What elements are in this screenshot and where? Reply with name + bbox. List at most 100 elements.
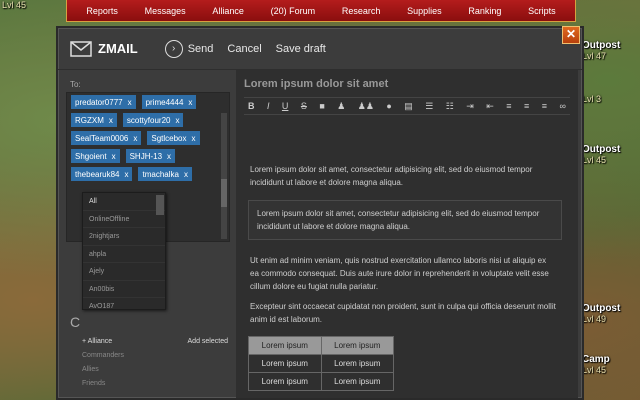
send-button[interactable]: › Send bbox=[164, 39, 214, 58]
send-label: Send bbox=[187, 42, 214, 55]
recipient-tag[interactable]: Shgoient x bbox=[71, 149, 120, 163]
dropdown-option[interactable]: AvO187 bbox=[83, 298, 165, 309]
indent-in-icon[interactable]: ⇥ bbox=[466, 101, 474, 112]
recipient-row: Shgoient x SHJH-13 x bbox=[71, 149, 225, 163]
remove-recipient-icon[interactable]: x bbox=[184, 170, 188, 179]
group-friends[interactable]: Friends bbox=[82, 380, 105, 387]
recipient-tag[interactable]: scottyfour20 x bbox=[122, 113, 184, 127]
table-cell: Lorem ipsum bbox=[320, 336, 394, 355]
nav-reports[interactable]: Reports bbox=[86, 6, 118, 16]
dropdown-option[interactable]: 2nightjars bbox=[83, 228, 165, 246]
indent-out-icon[interactable]: ⇤ bbox=[486, 101, 494, 112]
dropdown-option[interactable]: ahpla bbox=[83, 246, 165, 263]
nav-scripts[interactable]: Scripts bbox=[528, 6, 556, 16]
groups-heading: C bbox=[70, 314, 81, 330]
recipient-name: prime4444 bbox=[145, 97, 184, 107]
dropdown-option[interactable]: Ajely bbox=[83, 263, 165, 281]
recipient-tag[interactable]: tmachalka x bbox=[138, 167, 192, 181]
dropdown-option[interactable]: An00bis bbox=[83, 281, 165, 298]
table-cell: Lorem ipsum bbox=[248, 354, 322, 373]
nav-supplies[interactable]: Supplies bbox=[407, 6, 442, 16]
speech-bubble-icon[interactable]: ■ bbox=[319, 101, 324, 111]
align-block-icon[interactable]: ▤ bbox=[404, 101, 413, 112]
remove-recipient-icon[interactable]: x bbox=[124, 170, 128, 179]
close-button[interactable]: ✕ bbox=[562, 26, 580, 44]
recipient-name: Shgoient bbox=[75, 151, 107, 161]
people-icon[interactable]: ♟♟ bbox=[358, 101, 374, 112]
dropdown-scrollbar[interactable] bbox=[156, 195, 164, 215]
group-commanders[interactable]: Commanders bbox=[82, 352, 124, 359]
group-allies[interactable]: Allies bbox=[82, 366, 99, 373]
remove-recipient-icon[interactable]: x bbox=[112, 152, 116, 161]
message-editor[interactable]: Lorem ipsum dolor sit amet B I U S ■ ♟ ♟… bbox=[236, 70, 578, 398]
italic-icon[interactable]: I bbox=[267, 101, 270, 111]
dropdown-option[interactable]: All bbox=[83, 193, 165, 211]
strikethrough-icon[interactable]: S bbox=[301, 101, 307, 111]
recipient-tag[interactable]: Sgtlcebox x bbox=[147, 131, 200, 145]
align-left-icon[interactable]: ≡ bbox=[506, 101, 511, 111]
content-table: Lorem ipsum Lorem ipsum Lorem ipsum Lore… bbox=[248, 336, 394, 391]
table-cell: Lorem ipsum bbox=[248, 372, 322, 391]
subject-field[interactable]: Lorem ipsum dolor sit amet bbox=[244, 78, 388, 90]
scrollbar-thumb[interactable] bbox=[221, 179, 227, 207]
remove-recipient-icon[interactable]: x bbox=[133, 134, 137, 143]
outpost-level: Lvl 49 bbox=[582, 314, 607, 324]
nav-alliance[interactable]: Alliance bbox=[212, 6, 244, 16]
paragraph: Lorem ipsum dolor sit amet, consectetur … bbox=[250, 165, 533, 187]
zmail-logo: ZMAIL bbox=[70, 40, 138, 57]
recipient-tag[interactable]: prime4444 x bbox=[141, 95, 197, 109]
save-draft-button[interactable]: Save draft bbox=[276, 43, 326, 55]
recipient-name: RGZXM bbox=[75, 115, 104, 125]
scrollbar-track[interactable] bbox=[221, 113, 227, 239]
map-pin-icon[interactable]: ● bbox=[386, 101, 391, 111]
outpost-marker[interactable]: Outpost Lvl 49 bbox=[582, 303, 638, 324]
align-right-icon[interactable]: ≡ bbox=[542, 101, 547, 111]
cancel-button[interactable]: Cancel bbox=[227, 43, 261, 55]
alliance-group-row: + Alliance Add selected bbox=[82, 338, 228, 345]
recipient-name: SealTeam0006 bbox=[75, 133, 129, 143]
top-nav-bar: Reports Messages Alliance (20) Forum Res… bbox=[66, 0, 576, 22]
align-center-icon[interactable]: ≡ bbox=[524, 101, 529, 111]
recipient-name: thebearuk84 bbox=[75, 169, 120, 179]
recipient-tag[interactable]: SHJH-13 x bbox=[125, 149, 176, 163]
remove-recipient-icon[interactable]: x bbox=[188, 98, 192, 107]
bold-icon[interactable]: B bbox=[248, 101, 255, 111]
alliance-group[interactable]: + Alliance bbox=[82, 338, 112, 345]
remove-recipient-icon[interactable]: x bbox=[128, 98, 132, 107]
add-selected-button[interactable]: Add selected bbox=[188, 338, 228, 345]
remove-recipient-icon[interactable]: x bbox=[167, 152, 171, 161]
recipient-filter-dropdown[interactable]: All OnlineOffline 2nightjars ahpla Ajely An00… bbox=[82, 192, 166, 310]
recipient-row: SealTeam0006 x Sgtlcebox x bbox=[71, 131, 225, 145]
outpost-marker[interactable]: Outpost Lvl 47 bbox=[582, 40, 638, 61]
recipient-row: RGZXM x scottyfour20 x bbox=[71, 113, 225, 127]
table-cell: Lorem ipsum bbox=[320, 354, 394, 373]
underline-icon[interactable]: U bbox=[282, 101, 289, 111]
camp-name: Camp bbox=[582, 354, 610, 365]
format-toolbar: B I U S ■ ♟ ♟♟ ● ▤ ☰ ☷ ⇥ ⇤ ≡ ≡ ≡ ∞ bbox=[244, 97, 570, 115]
recipient-row: thebearuk84 x tmachalka x bbox=[71, 167, 225, 181]
remove-recipient-icon[interactable]: x bbox=[175, 116, 179, 125]
envelope-icon bbox=[70, 40, 92, 57]
nav-messages[interactable]: Messages bbox=[145, 6, 186, 16]
numbered-list-icon[interactable]: ☷ bbox=[446, 101, 454, 112]
dropdown-option[interactable]: OnlineOffline bbox=[83, 211, 165, 228]
nav-research[interactable]: Research bbox=[342, 6, 381, 16]
remove-recipient-icon[interactable]: x bbox=[192, 134, 196, 143]
table-row: Lorem ipsum Lorem ipsum bbox=[248, 354, 394, 373]
outpost-marker[interactable]: Outpost Lvl 45 bbox=[582, 144, 638, 165]
recipient-tag[interactable]: RGZXM x bbox=[71, 113, 117, 127]
bullet-list-icon[interactable]: ☰ bbox=[425, 101, 433, 112]
recipient-tag[interactable]: thebearuk84 x bbox=[71, 167, 133, 181]
to-label: To: bbox=[70, 80, 81, 89]
person-icon[interactable]: ♟ bbox=[337, 101, 345, 112]
nav-forum[interactable]: (20) Forum bbox=[271, 6, 316, 16]
remove-recipient-icon[interactable]: x bbox=[109, 116, 113, 125]
camp-marker[interactable]: Camp Lvl 45 bbox=[582, 354, 638, 375]
app-title: ZMAIL bbox=[98, 41, 138, 56]
recipient-tag[interactable]: predator0777 x bbox=[71, 95, 136, 109]
link-icon[interactable]: ∞ bbox=[559, 101, 565, 111]
recipient-name: scottyfour20 bbox=[126, 115, 171, 125]
recipient-tag[interactable]: SealTeam0006 x bbox=[71, 131, 142, 145]
table-cell: Lorem ipsum bbox=[248, 336, 322, 355]
nav-ranking[interactable]: Ranking bbox=[468, 6, 501, 16]
